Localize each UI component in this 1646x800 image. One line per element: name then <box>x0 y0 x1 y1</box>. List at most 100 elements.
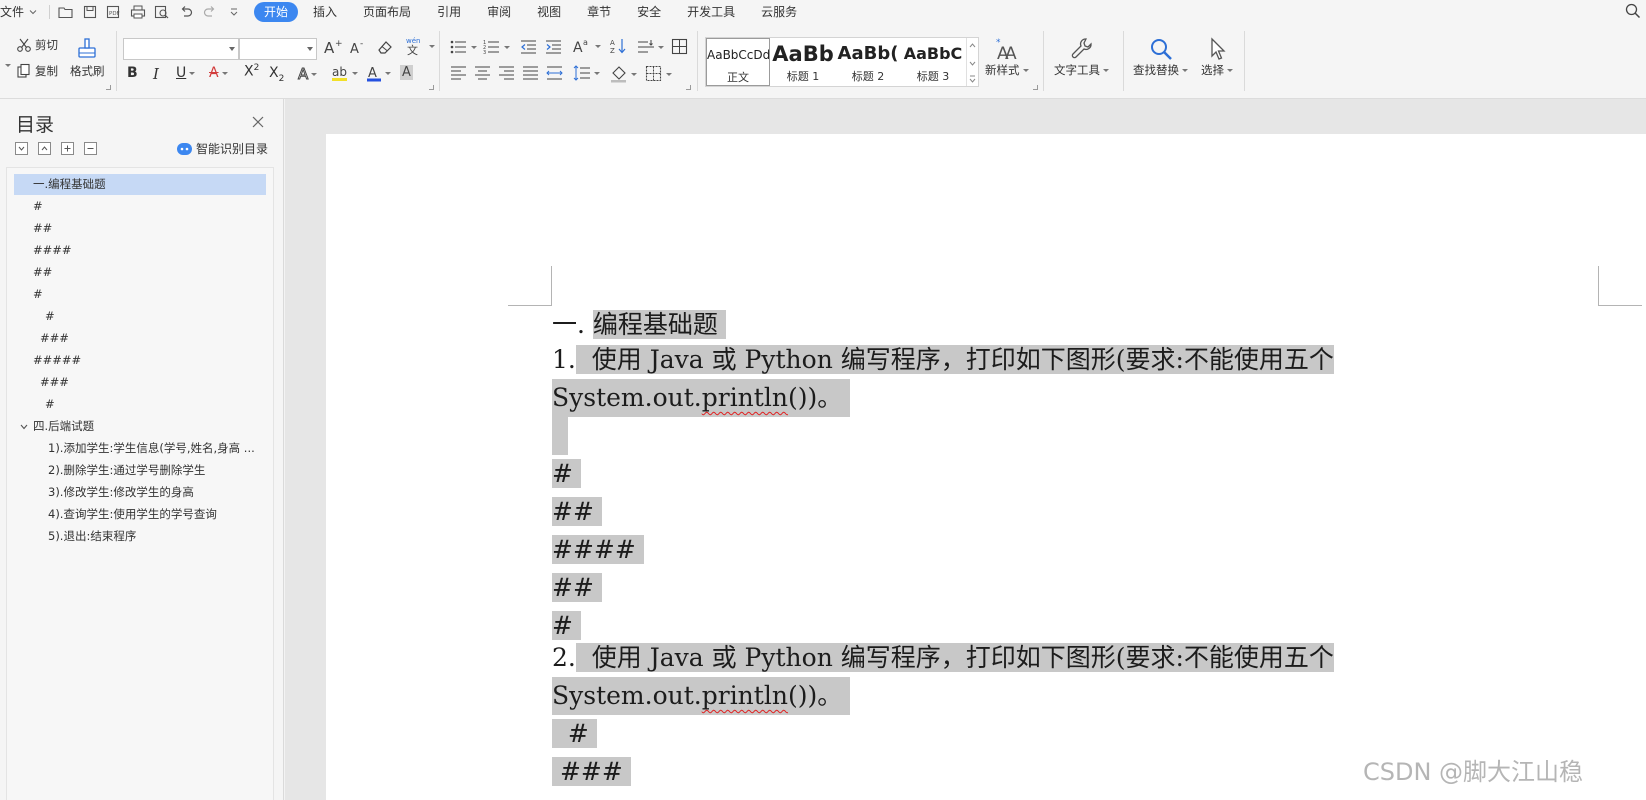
toc-item[interactable]: # <box>7 306 267 327</box>
cut-button[interactable]: 剪切 <box>16 37 58 53</box>
group-dialog-launcher[interactable] <box>686 85 691 90</box>
font-name-combo[interactable] <box>123 38 239 60</box>
tab-8[interactable]: 开发工具 <box>676 2 746 22</box>
styles-gallery-scroll[interactable] <box>966 38 978 86</box>
tab-6[interactable]: 章节 <box>576 2 622 22</box>
toc-item[interactable]: ## <box>7 262 267 283</box>
paste-dropdown-arrow[interactable] <box>2 64 11 67</box>
toc-item[interactable]: ### <box>7 372 267 393</box>
distributed-align-button[interactable] <box>546 65 564 81</box>
toc-item[interactable]: # <box>7 196 267 217</box>
underline-button[interactable]: U <box>176 65 196 81</box>
find-replace-button[interactable]: 查找替换 <box>1133 36 1188 78</box>
paragraph-spacing-button[interactable] <box>637 39 664 55</box>
tab-2[interactable]: 页面布局 <box>352 2 422 22</box>
superscript-button[interactable]: X2 <box>244 63 259 80</box>
align-center-button[interactable] <box>474 65 492 81</box>
line-spacing-button[interactable] <box>573 65 600 81</box>
new-style-button[interactable]: A A * 新样式 <box>985 36 1029 78</box>
increase-indent-button[interactable] <box>545 39 563 55</box>
toc-item[interactable]: # <box>7 284 267 305</box>
sort-button[interactable]: AZ <box>609 37 627 55</box>
print-preview-icon[interactable] <box>150 2 174 22</box>
tab-4[interactable]: 审阅 <box>476 2 522 22</box>
toc-item[interactable]: 一.编程基础题 <box>14 174 266 195</box>
smart-toc-button[interactable]: 智能识别目录 <box>177 140 268 157</box>
align-right-button[interactable] <box>498 65 516 81</box>
customize-toolbar-icon[interactable] <box>222 2 246 22</box>
decrease-indent-button[interactable] <box>520 39 538 55</box>
toc-item[interactable]: 四.后端试题 <box>7 416 267 437</box>
style-item-3[interactable]: AaBbC 标题 3 <box>901 38 965 86</box>
open-folder-icon[interactable] <box>54 2 78 22</box>
font-size-combo[interactable] <box>239 38 317 60</box>
format-painter-button[interactable]: 格式刷 <box>70 37 105 79</box>
borders-button[interactable] <box>645 65 672 83</box>
numbered-list-button[interactable]: 123 <box>483 39 510 55</box>
bold-button[interactable]: B <box>127 65 138 81</box>
undo-icon[interactable] <box>174 2 198 22</box>
group-dialog-launcher[interactable] <box>1033 85 1038 90</box>
bullet-list-button[interactable] <box>450 39 477 55</box>
style-item-1[interactable]: AaBb 标题 1 <box>771 38 835 86</box>
collapse-down-icon[interactable] <box>15 142 28 155</box>
collapse-all-icon[interactable] <box>84 142 97 155</box>
close-icon[interactable] <box>251 115 265 129</box>
chevron-down-icon[interactable] <box>19 422 29 432</box>
subscript-button[interactable]: X2 <box>269 65 284 84</box>
toc-item[interactable]: ## <box>7 218 267 239</box>
export-pdf-icon[interactable]: PDF <box>102 2 126 22</box>
tab-1[interactable]: 插入 <box>302 2 348 22</box>
align-left-button[interactable] <box>450 65 468 81</box>
justify-button[interactable] <box>522 65 540 81</box>
group-dialog-launcher[interactable] <box>429 85 434 90</box>
toc-item[interactable]: ### <box>7 328 267 349</box>
tab-7[interactable]: 安全 <box>626 2 672 22</box>
text-tools-button[interactable]: 文字工具 <box>1054 36 1109 78</box>
shading-button[interactable] <box>610 65 637 83</box>
font-color-button[interactable]: A <box>366 64 391 82</box>
expand-all-icon[interactable] <box>61 142 74 155</box>
heading-1: 一. 编程基础题 <box>552 306 726 344</box>
toc-item[interactable]: 3).修改学生:修改学生的身高 <box>7 482 267 503</box>
highlight-button[interactable]: ab <box>331 64 358 82</box>
toc-item[interactable]: # <box>7 394 267 415</box>
tab-3[interactable]: 引用 <box>426 2 472 22</box>
new-style-icon: AA* <box>996 38 1017 62</box>
group-dialog-launcher[interactable] <box>106 85 111 90</box>
strikethrough-button[interactable]: A <box>209 65 228 81</box>
document-page[interactable]: 一. 编程基础题 1. 使用 Java 或 Python 编写程序，打印如下图形… <box>326 134 1646 800</box>
svg-text:A: A <box>350 42 359 56</box>
char-shading-button[interactable]: A <box>400 65 413 80</box>
file-menu[interactable]: 文件 <box>0 0 45 23</box>
grow-font-button[interactable]: A + <box>323 38 343 56</box>
text-effect-button[interactable]: A <box>297 65 318 84</box>
toc-item[interactable]: #### <box>7 240 267 261</box>
phonetic-guide-button[interactable]: wén 文 <box>404 36 435 56</box>
tab-5[interactable]: 视图 <box>526 2 572 22</box>
numbered-list-icon: 123 <box>483 40 499 55</box>
save-icon[interactable] <box>78 2 102 22</box>
style-item-2[interactable]: AaBb(标题 2 <box>836 38 900 86</box>
table-grid-button[interactable] <box>671 38 689 56</box>
print-icon[interactable] <box>126 2 150 22</box>
change-case-button[interactable]: Aa <box>572 37 601 55</box>
style-preview: AaBb( <box>837 43 899 64</box>
toc-item[interactable]: 2).删除学生:通过学号删除学生 <box>7 460 267 481</box>
toc-item[interactable]: ##### <box>7 350 267 371</box>
copy-button[interactable]: 复制 <box>16 63 58 79</box>
clear-format-button[interactable] <box>376 38 394 56</box>
style-item-0[interactable]: AaBbCcDd 正文 <box>706 38 770 86</box>
search-icon[interactable] <box>1624 2 1642 20</box>
select-button[interactable]: 选择 <box>1201 36 1233 78</box>
tab-9[interactable]: 云服务 <box>750 2 808 22</box>
toc-item[interactable]: 1).添加学生:学生信息(学号,姓名,身高 ... <box>7 438 267 459</box>
shrink-font-button[interactable]: A- <box>349 38 369 56</box>
toc-item[interactable]: 5).退出:结束程序 <box>7 526 267 547</box>
toc-item[interactable]: 4).查询学生:使用学生的学号查询 <box>7 504 267 525</box>
redo-icon[interactable] <box>198 2 222 22</box>
tab-0[interactable]: 开始 <box>254 1 299 22</box>
italic-button[interactable]: I <box>153 65 159 83</box>
cursor-arrow-icon <box>1211 37 1226 60</box>
collapse-up-icon[interactable] <box>38 142 51 155</box>
